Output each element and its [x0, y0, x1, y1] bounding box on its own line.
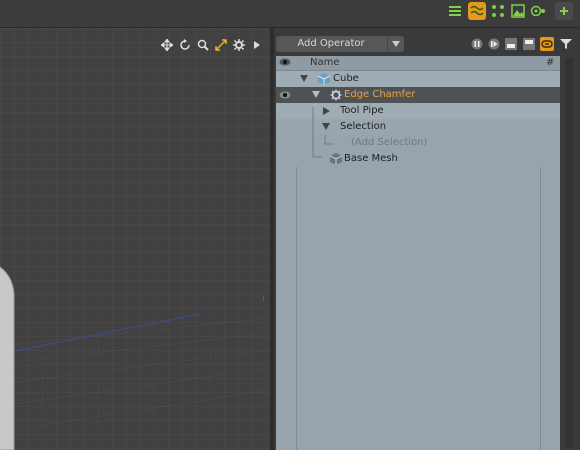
scrollbar-track[interactable]: [565, 58, 573, 448]
add-operator-dropdown[interactable]: Add Operator: [276, 36, 404, 52]
list-scrollbar[interactable]: [562, 56, 576, 450]
nodes-icon[interactable]: [489, 2, 507, 20]
link-icon[interactable]: [540, 37, 554, 51]
list-item[interactable]: Base Mesh: [276, 107, 560, 167]
top-toolbar: [0, 0, 580, 28]
collapse-icon[interactable]: [504, 37, 518, 51]
list-item[interactable]: Cube: [276, 71, 560, 87]
filter-icon[interactable]: [559, 37, 573, 51]
list-item-label: Cube: [333, 73, 359, 84]
3d-viewport[interactable]: ⁞: [0, 28, 270, 450]
viewport-scene: ⁞: [0, 266, 270, 450]
list-item-label: Edge Chamfer: [344, 89, 416, 100]
panel-toolbar: Add Operator: [274, 28, 580, 54]
item-list: Name # Cube Edge Chamfer Tool Pipe Selec…: [276, 56, 560, 450]
eye-icon[interactable]: [279, 56, 291, 71]
list-item-label: Base Mesh: [344, 153, 398, 164]
play-step-icon[interactable]: [487, 37, 501, 51]
add-operator-label: Add Operator: [297, 38, 365, 49]
expand-icon[interactable]: [522, 37, 536, 51]
list-header: Name #: [276, 56, 560, 71]
list-item[interactable]: Edge Chamfer: [276, 87, 560, 103]
list-item-label: Tool Pipe: [340, 105, 384, 116]
add-icon[interactable]: [555, 2, 573, 20]
chevron-down-icon: [387, 36, 404, 52]
gear-icon: [330, 89, 342, 101]
list-item-label: (Add Selection): [351, 137, 428, 148]
pause-icon[interactable]: [470, 37, 484, 51]
mesh-icon: [329, 153, 343, 165]
eye-icon[interactable]: [279, 89, 291, 104]
header-hash[interactable]: #: [546, 57, 554, 68]
list-item-label: Selection: [340, 121, 387, 132]
schematic-icon[interactable]: [468, 2, 486, 20]
svg-text:⁞: ⁞: [262, 294, 265, 303]
header-name[interactable]: Name: [310, 57, 340, 68]
item-list-panel: Add Operator Name # Cube Edge Chamfer To…: [274, 28, 580, 450]
image-icon[interactable]: [509, 2, 527, 20]
list-icon[interactable]: [446, 2, 464, 20]
gear-toggle-icon[interactable]: [529, 2, 547, 20]
cube-icon: [317, 73, 331, 85]
